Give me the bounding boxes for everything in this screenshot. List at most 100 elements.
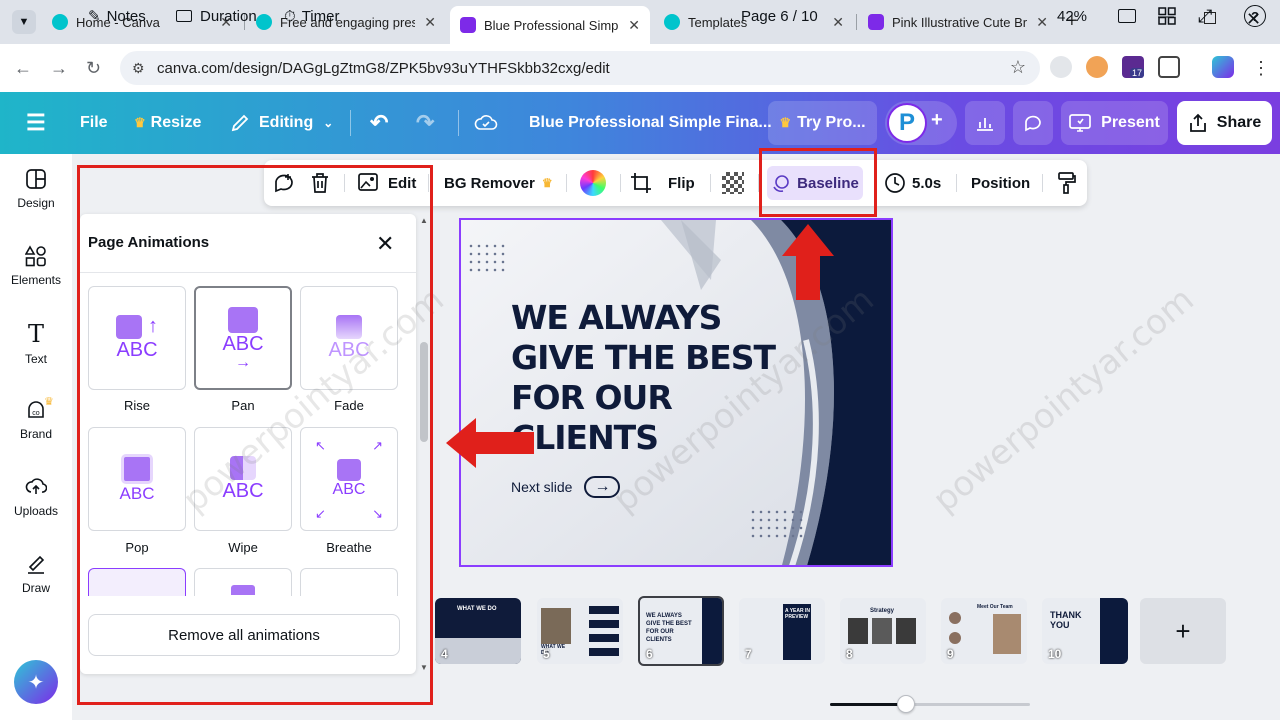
sidebar-item-text[interactable]: T Text: [0, 308, 72, 378]
resize-button[interactable]: ♛ Resize: [134, 92, 201, 154]
toolbar-separator: [566, 174, 567, 192]
page-thumbnail-5[interactable]: WHAT WE DO 5: [537, 598, 623, 664]
magic-assistant-icon[interactable]: ✦: [14, 660, 58, 704]
tab-close-icon[interactable]: ✕: [1036, 14, 1048, 31]
help-icon[interactable]: ?: [1244, 0, 1266, 32]
badge-extension-icon[interactable]: 17: [1122, 56, 1145, 78]
watermark-text: powerpointyar.com: [925, 279, 1202, 521]
duration-button[interactable]: 5.0s: [884, 160, 941, 206]
bg-remover-button[interactable]: BG Remover ♛: [444, 160, 553, 206]
page-thumbnail-7[interactable]: A YEAR IN PREVIEW 7: [739, 598, 825, 664]
present-button[interactable]: Present: [1061, 101, 1168, 145]
page-thumbnail-6[interactable]: WE ALWAYS GIVE THE BEST FOR OUR CLIENTS …: [638, 596, 724, 666]
duration-footer-button[interactable]: Duration: [176, 0, 257, 32]
browser-menu-icon[interactable]: ⋮: [1252, 58, 1270, 79]
toolbar-separator: [710, 174, 711, 192]
sidebar-item-elements[interactable]: Elements: [0, 231, 72, 301]
annotation-highlight-panel: [77, 165, 433, 705]
profile-icon[interactable]: [1212, 56, 1234, 78]
reload-icon[interactable]: ↻: [86, 58, 101, 79]
crop-icon[interactable]: [630, 160, 652, 206]
dot-grid-decoration: [467, 242, 507, 272]
header-divider: [350, 110, 351, 136]
zoom-slider-handle[interactable]: [897, 695, 915, 713]
pencil-icon: [231, 114, 249, 132]
back-arrow-icon[interactable]: ←: [14, 58, 32, 79]
tab-close-icon[interactable]: ✕: [832, 14, 844, 31]
canva-favicon-icon: [256, 14, 272, 30]
duration-icon: [176, 10, 192, 22]
flip-button[interactable]: Flip: [668, 160, 695, 206]
timer-button[interactable]: ⏱ Timer: [284, 0, 339, 32]
notes-button[interactable]: ✎ Notes: [88, 0, 146, 32]
extension-icon[interactable]: [1086, 56, 1108, 78]
add-page-plus-icon[interactable]: +: [1140, 598, 1226, 664]
add-collaborator-plus-icon[interactable]: +: [931, 109, 943, 132]
fit-to-screen-icon[interactable]: [1118, 0, 1136, 32]
annotation-highlight-baseline: [759, 148, 877, 217]
page-thumbnail-4[interactable]: WHAT WE DO 4: [435, 598, 521, 664]
text-icon: T: [27, 320, 44, 348]
url-field[interactable]: ⚙ canva.com/design/DAGgLgZtmG8/ZPK5bv93u…: [120, 51, 1040, 85]
canva-favicon-icon: [664, 14, 680, 30]
shield-extension-icon[interactable]: [1050, 56, 1072, 78]
undo-icon[interactable]: ↶: [370, 92, 388, 154]
try-pro-button[interactable]: ♛ Try Pro...: [768, 101, 877, 145]
insights-chart-icon[interactable]: [965, 101, 1005, 145]
headline-line: WE ALWAYS: [511, 298, 722, 337]
header-divider: [458, 110, 459, 136]
browser-tab-pink-illustrative[interactable]: Pink Illustrative Cute Brai ✕: [858, 6, 1058, 38]
annotation-arrow-left-icon: [446, 418, 534, 468]
copy-style-paint-roller-icon[interactable]: [1056, 160, 1076, 206]
puzzle-extensions-icon[interactable]: [1158, 56, 1180, 78]
grid-view-icon[interactable]: [1158, 0, 1176, 32]
draw-icon: [28, 555, 45, 574]
tab-close-icon[interactable]: ✕: [628, 17, 640, 34]
page-thumbnail-9[interactable]: Meet Our Team 9: [941, 598, 1027, 664]
design-icon: [26, 169, 46, 189]
svg-text:co: co: [32, 410, 40, 417]
share-button[interactable]: Share: [1177, 101, 1272, 145]
position-button[interactable]: Position: [971, 160, 1030, 206]
cloud-save-icon[interactable]: [474, 92, 498, 154]
sidebar-item-draw[interactable]: Draw: [0, 539, 72, 609]
browser-tab-blue-professional[interactable]: Blue Professional Simple ✕: [450, 6, 650, 44]
design-title[interactable]: Blue Professional Simple Fina...: [529, 92, 772, 154]
toolbar-separator: [620, 174, 621, 192]
site-settings-icon[interactable]: ⚙: [132, 60, 145, 77]
main-menu-icon[interactable]: ☰: [26, 92, 46, 154]
zoom-level[interactable]: 42%: [1057, 0, 1087, 32]
bookmark-star-icon[interactable]: ☆: [1010, 57, 1026, 78]
crown-icon: ♛: [779, 115, 792, 130]
crown-icon: ♛: [134, 115, 146, 130]
sidebar-item-uploads[interactable]: Uploads: [0, 462, 72, 532]
file-menu-button[interactable]: File: [80, 92, 108, 154]
browser-tab-free-engaging[interactable]: Free and engaging prese ✕: [246, 6, 446, 38]
editing-mode-dropdown[interactable]: Editing ⌄: [230, 92, 333, 154]
toolbar-separator: [1042, 174, 1043, 192]
color-picker-icon[interactable]: [580, 160, 606, 206]
avatar[interactable]: P: [887, 103, 927, 143]
left-sidebar: Design Elements T Text ♛ co Brand Upload…: [0, 154, 72, 720]
tab-search-button[interactable]: ▼: [12, 10, 36, 34]
chevron-down-icon: ⌄: [323, 116, 334, 130]
page-indicator[interactable]: Page 6 / 10: [741, 0, 818, 32]
present-icon: [1069, 114, 1091, 132]
fullscreen-icon[interactable]: ⤢: [1198, 0, 1212, 32]
collaborators-group[interactable]: P +: [885, 101, 957, 145]
next-slide-link[interactable]: Next slide →: [511, 476, 621, 498]
slide-headline[interactable]: WE ALWAYS GIVE THE BEST FOR OUR CLIENTS: [511, 298, 776, 458]
transparency-icon[interactable]: [722, 160, 744, 206]
sidebar-item-design[interactable]: Design: [0, 154, 72, 224]
redo-icon[interactable]: ↷: [416, 92, 434, 154]
clock-icon: [885, 173, 905, 193]
tab-close-icon[interactable]: ✕: [424, 14, 436, 31]
page-thumbnail-8[interactable]: Strategy 8: [840, 598, 926, 664]
comments-icon[interactable]: [1013, 101, 1053, 145]
page-thumbnail-10[interactable]: THANK YOU 10: [1042, 598, 1128, 664]
sidebar-item-brand[interactable]: ♛ co Brand: [0, 385, 72, 455]
forward-arrow-icon[interactable]: →: [50, 58, 68, 79]
design-favicon-icon: [460, 17, 476, 33]
zoom-slider-fill: [830, 703, 906, 706]
dot-grid-decoration: [749, 508, 805, 542]
